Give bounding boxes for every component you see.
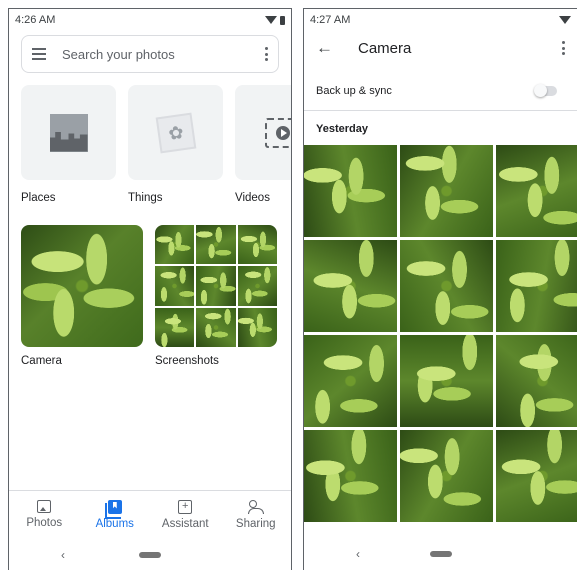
nav-albums[interactable]: Albums: [83, 499, 147, 530]
photo-thumbnail[interactable]: [496, 430, 577, 522]
status-bar: 4:26 AM: [9, 9, 291, 31]
backup-sync-row[interactable]: Back up & sync: [304, 71, 577, 111]
photo-thumbnail[interactable]: [400, 145, 493, 237]
assistant-icon: +: [178, 499, 193, 514]
albums-screen: 4:26 AM Search your photos Places ✿ Thin…: [8, 8, 292, 570]
screenshot-thumbnail: [237, 266, 277, 306]
photo-thumbnail[interactable]: [304, 430, 397, 522]
screenshot-thumbnail: [155, 307, 195, 347]
date-section-header: Yesterday: [316, 123, 368, 135]
photo-thumbnail[interactable]: [496, 240, 577, 332]
menu-icon[interactable]: [32, 48, 46, 60]
things-icon: ✿: [155, 112, 196, 153]
category-places[interactable]: Places: [21, 85, 116, 204]
system-navigation-bar: ‹: [304, 537, 577, 570]
search-input[interactable]: Search your photos: [62, 47, 264, 62]
category-things[interactable]: ✿ Things: [128, 85, 223, 204]
top-app-bar: ← Camera: [304, 31, 577, 65]
screenshot-thumbnail: [196, 307, 236, 347]
plant-photo: [21, 225, 143, 347]
nav-photos[interactable]: Photos: [12, 500, 76, 529]
album-screenshots[interactable]: Screenshots: [155, 225, 277, 367]
screenshot-thumbnail-grid: [155, 225, 277, 347]
search-bar[interactable]: Search your photos: [21, 35, 279, 73]
photo-thumbnail[interactable]: [400, 240, 493, 332]
album-label: Camera: [21, 355, 62, 367]
category-places-tile[interactable]: [21, 85, 116, 180]
wifi-icon: [265, 16, 277, 24]
screenshot-thumbnail: [155, 225, 195, 265]
status-time: 4:27 AM: [310, 14, 351, 26]
battery-icon: [280, 15, 285, 25]
albums-icon: [104, 499, 122, 519]
album-camera[interactable]: Camera: [21, 225, 143, 367]
status-time: 4:26 AM: [15, 14, 56, 26]
album-camera-cover[interactable]: [21, 225, 143, 347]
photos-icon: [37, 500, 52, 513]
photo-thumbnail[interactable]: [400, 335, 493, 427]
places-icon: [49, 113, 88, 152]
photo-thumbnail[interactable]: [400, 430, 493, 522]
toggle-knob: [534, 83, 547, 97]
screenshot-thumbnail: [196, 225, 236, 265]
more-options-icon[interactable]: [561, 41, 565, 55]
category-label: Videos: [235, 192, 270, 204]
album-label: Screenshots: [155, 355, 219, 367]
album-title: Camera: [358, 39, 412, 57]
back-arrow-icon[interactable]: ←: [316, 38, 346, 58]
nav-assistant[interactable]: + Assistant: [153, 499, 217, 530]
category-things-tile[interactable]: ✿: [128, 85, 223, 180]
camera-album-screen: 4:27 AM ← Camera Back up & sync Yesterda…: [303, 8, 577, 570]
photo-grid: [304, 145, 577, 522]
photo-thumbnail[interactable]: [496, 145, 577, 237]
system-back-icon[interactable]: ‹: [61, 548, 65, 562]
status-icons: [559, 16, 571, 24]
photo-thumbnail[interactable]: [304, 335, 397, 427]
nav-label: Albums: [95, 517, 134, 530]
backup-sync-toggle[interactable]: [534, 83, 557, 97]
photo-thumbnail[interactable]: [496, 335, 577, 427]
play-icon: [275, 125, 290, 140]
screenshot-thumbnail: [155, 266, 195, 306]
bottom-navigation: Photos Albums + Assistant Sharing: [9, 490, 291, 538]
screenshot-thumbnail: [237, 225, 277, 265]
sharing-icon: [247, 499, 264, 514]
nav-label: Sharing: [235, 517, 276, 530]
category-label: Places: [21, 192, 56, 204]
status-icons: [265, 15, 285, 25]
category-label: Things: [128, 192, 163, 204]
home-pill-icon[interactable]: [139, 551, 161, 558]
status-bar: 4:27 AM: [304, 9, 577, 31]
photo-thumbnail[interactable]: [304, 240, 397, 332]
system-navigation-bar: ‹: [9, 538, 291, 570]
category-row: Places ✿ Things Videos: [21, 85, 291, 204]
wifi-icon: [559, 16, 571, 24]
backup-sync-label: Back up & sync: [316, 84, 392, 97]
videos-icon: [264, 117, 291, 148]
category-videos-tile[interactable]: [235, 85, 291, 180]
album-row: Camera Screenshots: [21, 225, 277, 367]
category-videos[interactable]: Videos: [235, 85, 291, 204]
nav-label: Assistant: [161, 517, 209, 530]
screenshot-thumbnail: [196, 266, 236, 306]
home-pill-icon[interactable]: [429, 551, 452, 557]
screenshot-thumbnail: [237, 307, 277, 347]
nav-label: Photos: [26, 517, 63, 529]
nav-sharing[interactable]: Sharing: [224, 499, 288, 530]
system-back-icon[interactable]: ‹: [356, 547, 360, 561]
more-options-icon[interactable]: [264, 47, 268, 61]
album-screenshots-cover[interactable]: [155, 225, 277, 347]
photo-thumbnail[interactable]: [304, 145, 397, 237]
